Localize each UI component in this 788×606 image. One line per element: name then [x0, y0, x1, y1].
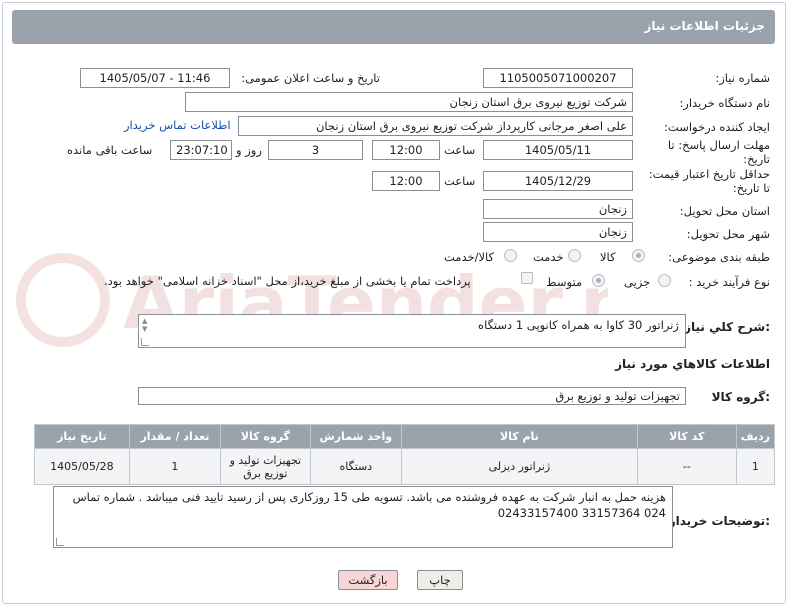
- deadline-label-2: تاریخ:: [743, 152, 770, 166]
- days-field: 3: [268, 140, 363, 160]
- category-radio-goods[interactable]: [632, 249, 645, 262]
- announce-field: 1405/05/07 - 11:46: [80, 68, 230, 88]
- goods-group-label: گروه کالا:: [711, 390, 770, 404]
- th-goods-name: نام کالا: [401, 424, 638, 449]
- city-field: زنجان: [483, 222, 633, 242]
- remaining-time-field: 23:07:10: [170, 140, 232, 160]
- process-option-medium: متوسط: [546, 275, 583, 289]
- cell-goods-code: --: [636, 448, 737, 485]
- summary-textarea[interactable]: ژنراتور 30 کاوا به همراه کانوپی 1 دستگاه…: [138, 314, 686, 348]
- requester-field: علی اصغر مرجانی کارپرداز شرکت توزیع نیرو…: [238, 116, 633, 136]
- resize-handle-icon[interactable]: [141, 338, 149, 346]
- process-radio-minor[interactable]: [658, 274, 671, 287]
- cell-unit: دستگاه: [309, 448, 403, 485]
- th-row-number: ردیف: [735, 424, 776, 449]
- treasury-payment-note: پرداخت تمام یا بخشی از مبلغ خرید،از محل …: [104, 274, 471, 288]
- need-number-field: 1105005071000207: [483, 68, 633, 88]
- table-header-row: ردیف کد کالا نام کالا واحد شمارش گروه کا…: [34, 424, 776, 449]
- cell-quantity: 1: [128, 448, 222, 485]
- goods-group-field: تجهیزات تولید و توزیع برق: [138, 387, 686, 405]
- process-option-minor: جزیی: [624, 275, 651, 289]
- category-option-goods-service: کالا/خدمت: [444, 250, 495, 264]
- summary-text: ژنراتور 30 کاوا به همراه کانوپی 1 دستگاه: [478, 318, 679, 332]
- days-label: روز و: [236, 143, 262, 157]
- category-radio-goods-service[interactable]: [504, 249, 517, 262]
- treasury-payment-checkbox[interactable]: [521, 272, 533, 284]
- cell-need-date: 1405/05/28: [34, 448, 130, 485]
- validity-label-2: تا تاریخ:: [732, 181, 770, 195]
- process-label: نوع فرآیند خرید :: [688, 275, 770, 289]
- goods-table: ردیف کد کالا نام کالا واحد شمارش گروه کا…: [34, 424, 776, 485]
- buyer-org-field: شرکت توزیع نیروی برق استان زنجان: [185, 92, 633, 112]
- th-unit: واحد شمارش: [309, 424, 403, 449]
- buyer-notes-text: هزینه حمل به انبار شرکت به عهده فروشنده …: [72, 490, 666, 520]
- province-label: استان محل تحویل:: [679, 204, 770, 218]
- th-quantity: تعداد / مقدار: [128, 424, 222, 449]
- validity-date-field: 1405/12/29: [483, 171, 633, 191]
- cell-row-number: 1: [735, 448, 776, 485]
- city-label: شهر محل تحویل:: [686, 227, 770, 241]
- need-number-label: شماره نیاز:: [715, 71, 770, 85]
- th-need-date: تاریخ نیاز: [34, 424, 130, 449]
- category-radio-service[interactable]: [568, 249, 581, 262]
- deadline-label: مهلت ارسال پاسخ: تا: [667, 138, 770, 152]
- remaining-label: ساعت باقی مانده: [67, 143, 153, 157]
- page-title: جزئیات اطلاعات نیاز: [644, 19, 765, 33]
- cell-goods-group: تجهیزات تولید و توزیع برق: [220, 448, 311, 485]
- cell-goods-name: ژنراتور دیزلی: [401, 448, 638, 485]
- validity-time-field: 12:00: [372, 171, 440, 191]
- th-goods-group: گروه کالا: [220, 424, 311, 449]
- deadline-time-field: 12:00: [372, 140, 440, 160]
- buyer-notes-label: توضیحات خریدار:: [668, 514, 770, 528]
- contact-info-link[interactable]: اطلاعات تماس خریدار: [124, 118, 231, 132]
- category-label: طبقه بندی موضوعی:: [668, 250, 770, 264]
- summary-label: شرح کلي نياز:: [684, 320, 770, 334]
- goods-info-title: اطلاعات کالاهاي مورد نياز: [615, 357, 770, 371]
- back-button[interactable]: بازگشت: [338, 570, 398, 590]
- requester-label: ایجاد کننده درخواست:: [664, 120, 770, 134]
- buyer-notes-textarea[interactable]: هزینه حمل به انبار شرکت به عهده فروشنده …: [53, 486, 673, 548]
- deadline-time-label: ساعت: [444, 143, 476, 157]
- deadline-date-field: 1405/05/11: [483, 140, 633, 160]
- buyer-org-label: نام دستگاه خریدار:: [679, 96, 770, 110]
- province-field: زنجان: [483, 199, 633, 219]
- resize-handle-icon[interactable]: [56, 538, 64, 546]
- category-option-service: خدمت: [533, 250, 564, 264]
- category-option-goods: کالا: [600, 250, 616, 264]
- section-header: جزئیات اطلاعات نیاز: [12, 10, 775, 44]
- process-radio-medium[interactable]: [592, 274, 605, 287]
- th-goods-code: کد کالا: [636, 424, 737, 449]
- table-row: 1 -- ژنراتور دیزلی دستگاه تجهیزات تولید …: [34, 448, 776, 485]
- validity-label: حداقل تاریخ اعتبار قیمت:: [648, 167, 770, 181]
- print-button[interactable]: چاپ: [417, 570, 463, 590]
- announce-label: تاریخ و ساعت اعلان عمومی:: [241, 71, 380, 85]
- spinner-arrows-icon: ▲ ▼: [142, 317, 148, 333]
- validity-time-label: ساعت: [444, 174, 476, 188]
